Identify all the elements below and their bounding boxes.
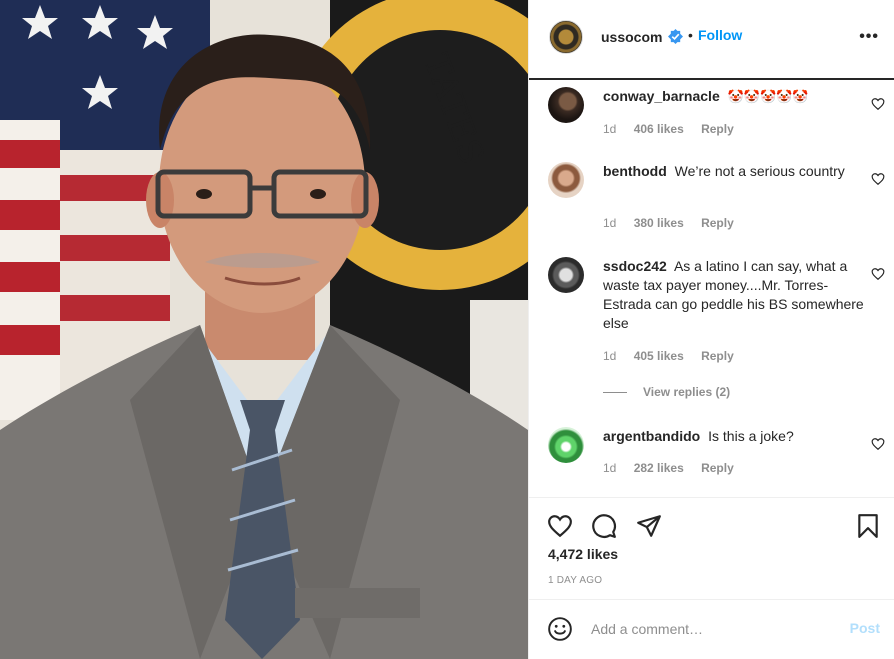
comment-text: benthodd We’re not a serious country	[603, 162, 865, 181]
comment-body: We’re not a serious country	[674, 163, 845, 179]
comment-time: 1d	[603, 122, 617, 136]
post-actions: 4,472 likes 1 DAY AGO	[529, 497, 894, 601]
more-options-icon[interactable]: •••	[859, 28, 879, 46]
reply-button[interactable]: Reply	[701, 122, 734, 136]
post-photo[interactable]: TATES	[0, 0, 528, 659]
add-comment-bar: Post	[529, 599, 894, 659]
comment-text: argentbandido Is this a joke?	[603, 427, 865, 446]
comment-body: Is this a joke?	[708, 428, 794, 444]
share-paper-plane-icon[interactable]	[636, 513, 662, 539]
save-bookmark-icon[interactable]	[855, 513, 881, 539]
comment-likes[interactable]: 406 likes	[634, 122, 684, 136]
author-username[interactable]: ussocom	[601, 29, 662, 45]
like-comment-heart-icon[interactable]	[871, 267, 885, 281]
post-header: ussocom • Follow •••	[529, 0, 894, 80]
like-heart-icon[interactable]	[547, 513, 573, 539]
verified-badge-icon	[668, 29, 683, 44]
commenter-username[interactable]: argentbandido	[603, 428, 700, 444]
header-separator: •	[688, 27, 693, 43]
author-avatar[interactable]	[549, 20, 583, 54]
comment-time: 1d	[603, 216, 617, 230]
commenter-avatar[interactable]	[548, 87, 584, 123]
follow-button[interactable]: Follow	[698, 27, 742, 43]
emoji-smiley-icon[interactable]	[547, 616, 573, 642]
commenter-avatar[interactable]	[548, 162, 584, 198]
comment-likes[interactable]: 405 likes	[634, 349, 684, 363]
like-comment-heart-icon[interactable]	[871, 172, 885, 186]
comment-meta: 1d 380 likes Reply	[603, 216, 748, 230]
comment-meta: 1d 282 likes Reply	[603, 461, 748, 475]
replies-divider-line	[603, 392, 627, 394]
post-details-panel: ussocom • Follow ••• conway_barnacle 🤡🤡🤡…	[528, 0, 894, 659]
comment-text: ssdoc242 As a latino I can say, what a w…	[603, 257, 865, 333]
reply-button[interactable]: Reply	[701, 461, 734, 475]
comment-bubble-icon[interactable]	[591, 513, 617, 539]
add-comment-input[interactable]	[591, 618, 811, 640]
comments-list[interactable]: conway_barnacle 🤡🤡🤡🤡🤡 1d 406 likes Reply…	[529, 82, 894, 496]
comment-body: 🤡🤡🤡🤡🤡	[727, 90, 809, 105]
comment-time: 1d	[603, 349, 617, 363]
comment-text: conway_barnacle 🤡🤡🤡🤡🤡	[603, 87, 865, 107]
commenter-avatar[interactable]	[548, 427, 584, 463]
comment-likes[interactable]: 380 likes	[634, 216, 684, 230]
comment-time: 1d	[603, 461, 617, 475]
post-comment-button[interactable]: Post	[850, 620, 880, 636]
reply-button[interactable]: Reply	[701, 349, 734, 363]
commenter-avatar[interactable]	[548, 257, 584, 293]
portrait-image: TATES	[0, 0, 528, 659]
like-comment-heart-icon[interactable]	[871, 97, 885, 111]
view-replies-label: View replies (2)	[643, 385, 731, 399]
comment-likes[interactable]: 282 likes	[634, 461, 684, 475]
post-likes-count[interactable]: 4,472 likes	[548, 546, 618, 562]
commenter-username[interactable]: ssdoc242	[603, 258, 667, 274]
commenter-username[interactable]: benthodd	[603, 163, 667, 179]
comment-meta: 1d 405 likes Reply	[603, 349, 748, 363]
instagram-post-view: TATES ussocom • Follow ••• conway_barnac…	[0, 0, 894, 659]
post-timestamp: 1 DAY AGO	[548, 575, 603, 586]
commenter-username[interactable]: conway_barnacle	[603, 88, 720, 104]
reply-button[interactable]: Reply	[701, 216, 734, 230]
comment-meta: 1d 406 likes Reply	[603, 122, 748, 136]
view-replies-button[interactable]: View replies (2)	[603, 385, 730, 399]
like-comment-heart-icon[interactable]	[871, 437, 885, 451]
